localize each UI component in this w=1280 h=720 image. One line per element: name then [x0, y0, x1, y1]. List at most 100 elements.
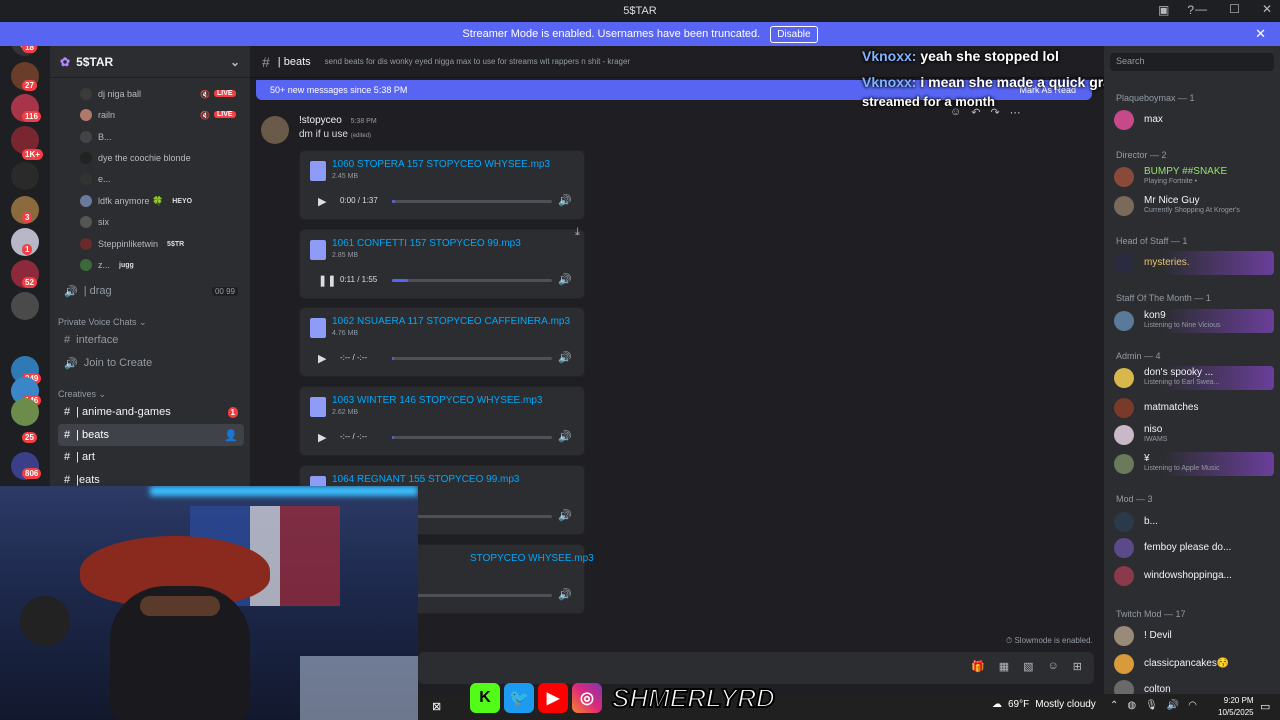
voice-user[interactable]: ldfk anymore 🍀 HEYO	[80, 195, 196, 207]
category-label: Private Voice Chats	[58, 317, 137, 327]
volume-icon[interactable]: 🔊	[558, 351, 572, 364]
volume-icon[interactable]: 🔊	[558, 273, 572, 286]
chevron-down-icon[interactable]: ⌄	[230, 55, 240, 69]
maximize-button[interactable]: ☐	[1229, 2, 1240, 16]
member-item[interactable]: mysteries.	[1114, 251, 1274, 275]
play-icon[interactable]: ▶	[318, 431, 326, 444]
voice-user[interactable]: B...	[80, 131, 112, 143]
download-icon[interactable]: ⤓	[575, 226, 580, 239]
member-item[interactable]: don's spooky ... Listening to Earl Swea..…	[1114, 366, 1274, 390]
volume-icon[interactable]: 🔊	[558, 430, 572, 443]
audio-attachment[interactable]: 1062 NSUAERA 117 STOPYCEO CAFFEINERA.mp3…	[299, 307, 585, 377]
seek-bar[interactable]	[392, 200, 552, 203]
server-icon[interactable]	[11, 292, 39, 320]
voice-user[interactable]: z... jugg	[80, 259, 137, 271]
weather-widget[interactable]: ☁ 69°F Mostly cloudy	[992, 699, 1096, 710]
minimize-button[interactable]: —	[1195, 2, 1207, 16]
server-icon[interactable]	[11, 162, 39, 190]
pause-icon[interactable]: ❚❚	[318, 274, 336, 287]
member-item[interactable]: BUMPY ##SNAKE Playing Fortnite •	[1114, 165, 1274, 189]
clock[interactable]: 9:20 PM 10/5/2025	[1218, 695, 1254, 719]
chevron-up-icon[interactable]: ⌃	[1110, 700, 1118, 711]
search-input[interactable]: Search	[1110, 53, 1274, 71]
volume-icon[interactable]: 🔊	[558, 588, 572, 601]
hash-icon: #	[262, 53, 270, 70]
channel-beats[interactable]: # | beats 👤	[58, 424, 244, 446]
channel-interface[interactable]: # interface	[58, 329, 244, 351]
channel-anime-and-games[interactable]: # | anime-and-games 1	[58, 401, 244, 423]
attachment-name[interactable]: 1064 REGNANT 155 STOPYCEO 99.mp3	[332, 474, 520, 485]
voice-user-name: z...	[98, 260, 111, 270]
channel-art[interactable]: # | art	[58, 446, 244, 468]
member-item[interactable]: kon9 Listening to Nine Vicious	[1114, 309, 1274, 333]
attachment-name[interactable]: 1062 NSUAERA 117 STOPYCEO CAFFEINERA.mp3	[332, 316, 570, 327]
member-item[interactable]: matmatches	[1114, 396, 1274, 420]
member-item[interactable]: max	[1114, 108, 1274, 132]
attachment-name[interactable]: 1063 WINTER 146 STOPYCEO WHYSEE.mp3	[332, 395, 542, 406]
sticker-icon[interactable]: ▧	[1023, 660, 1033, 673]
audio-attachment[interactable]: 1063 WINTER 146 STOPYCEO WHYSEE.mp3 2.62…	[299, 386, 585, 456]
gif-icon[interactable]: ▦	[999, 660, 1009, 673]
avatar	[1114, 253, 1134, 273]
member-item[interactable]: b...	[1114, 510, 1274, 534]
clock-time: 9:20 PM	[1223, 696, 1254, 705]
attachment-name[interactable]: 1061 CONFETTI 157 STOPYCEO 99.mp3	[332, 238, 521, 249]
avatar	[1114, 566, 1134, 586]
member-item[interactable]: niso IWAMS	[1114, 423, 1274, 447]
notifications-icon[interactable]: ▭	[1260, 700, 1270, 713]
author-name: !stopyceo	[299, 115, 342, 126]
more-icon[interactable]: ⋯	[1010, 106, 1021, 119]
add-member-icon[interactable]: 👤	[224, 429, 238, 442]
member-item[interactable]: classicpancakes😚	[1114, 652, 1274, 676]
category-creatives[interactable]: Creatives ⌄	[58, 389, 106, 400]
channel-join-to-create[interactable]: 🔊 Join to Create	[58, 352, 244, 374]
member-item[interactable]: ¥ Listening to Apple Music	[1114, 452, 1274, 476]
attachment-name[interactable]: STOPYCEO WHYSEE.mp3	[470, 553, 594, 564]
volume-icon[interactable]: 🔊	[1167, 700, 1179, 711]
voice-user[interactable]: Steppinliketwin 5$TR	[80, 238, 188, 250]
close-icon[interactable]: ✕	[1255, 26, 1266, 42]
server-header[interactable]: ✿ 5$TAR ⌄	[50, 46, 250, 78]
audio-attachment[interactable]: 1060 STOPERA 157 STOPYCEO WHYSEE.mp3 2.4…	[299, 150, 585, 220]
avatar	[1114, 311, 1134, 331]
streamer-handle: SHMERLYRD	[611, 682, 776, 714]
voice-user[interactable]: railn	[80, 109, 115, 121]
member-item[interactable]: femboy please do...	[1114, 536, 1274, 560]
close-window-button[interactable]: ✕	[1262, 2, 1272, 16]
youtube-icon: ▶	[538, 683, 568, 713]
voice-user[interactable]: e...	[80, 173, 111, 185]
gift-icon[interactable]: 🎁	[971, 660, 985, 673]
member-item[interactable]: ! Devil	[1114, 624, 1274, 648]
disable-button[interactable]: Disable	[770, 25, 818, 43]
member-item[interactable]: Mr Nice Guy Currently Shopping At Kroger'…	[1114, 194, 1274, 218]
voice-user[interactable]: dye the coochie blonde	[80, 152, 191, 164]
play-icon[interactable]: ▶	[318, 195, 326, 208]
category-private-voice[interactable]: Private Voice Chats ⌄	[58, 317, 147, 328]
member-item[interactable]: windowshoppinga...	[1114, 564, 1274, 588]
avatar[interactable]	[261, 116, 289, 144]
attachment-name[interactable]: 1060 STOPERA 157 STOPYCEO WHYSEE.mp3	[332, 159, 550, 170]
emoji-icon[interactable]: ☺	[1048, 660, 1059, 673]
seek-bar[interactable]	[392, 279, 552, 282]
mic-icon[interactable]: 🎙	[1145, 700, 1158, 711]
network-icon[interactable]: ◍	[1127, 700, 1136, 711]
member-name: mysteries.	[1144, 257, 1190, 268]
server-icon[interactable]	[11, 398, 39, 426]
voice-user[interactable]: six	[80, 216, 109, 228]
voice-user[interactable]: dj niga ball	[80, 88, 141, 100]
apps-icon[interactable]: ⊞	[1073, 660, 1082, 673]
help-icon[interactable]: ?	[1187, 3, 1194, 17]
wifi-icon[interactable]: ◠	[1188, 700, 1197, 711]
channel-topic[interactable]: send beats for dis wonky eyed nigga max …	[325, 57, 630, 66]
audio-attachment[interactable]: 1061 CONFETTI 157 STOPYCEO 99.mp3 2.85 M…	[299, 226, 585, 299]
seek-bar[interactable]	[392, 436, 552, 439]
message-author[interactable]: !stopyceo 5:38 PM	[299, 115, 377, 126]
voice-channel-drag[interactable]: 🔊 | drag 00 99	[58, 280, 244, 302]
start-icon[interactable]: ⊠	[432, 700, 441, 713]
volume-icon[interactable]: 🔊	[558, 509, 572, 522]
seek-bar[interactable]	[392, 357, 552, 360]
inbox-icon[interactable]: ▣	[1158, 3, 1169, 17]
play-icon[interactable]: ▶	[318, 352, 326, 365]
volume-icon[interactable]: 🔊	[558, 194, 572, 207]
role-header: Mod — 3	[1116, 494, 1153, 504]
